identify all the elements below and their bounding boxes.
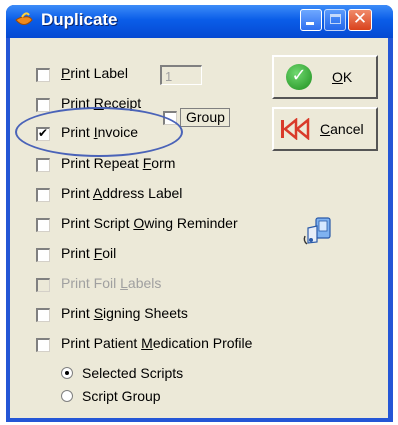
print-address-label-checkbox[interactable] (36, 188, 50, 202)
print-foil-label: Print Foil (61, 245, 117, 261)
print-patient-medication-profile-checkbox[interactable] (36, 338, 50, 352)
close-icon: ✕ (352, 9, 368, 29)
ok-button[interactable]: ✓ OK (272, 55, 378, 99)
close-button[interactable]: ✕ (348, 9, 372, 31)
group-label: Group (186, 109, 225, 125)
highlight-oval (15, 107, 183, 157)
ok-button-label: OK (332, 69, 353, 85)
print-script-owing-reminder-label: Print Script Owing Reminder (61, 215, 238, 231)
selected-scripts-label: Selected Scripts (82, 365, 184, 381)
rewind-icon (281, 118, 310, 140)
print-foil-labels-checkbox (36, 278, 50, 292)
print-label-checkbox[interactable] (36, 68, 50, 82)
maximize-icon (330, 14, 341, 24)
script-group-radio[interactable] (61, 390, 73, 402)
radio-dot (65, 371, 69, 375)
print-repeat-form-label: Print Repeat Form (61, 155, 176, 171)
minimize-icon (306, 22, 314, 25)
print-script-owing-reminder-checkbox[interactable] (36, 218, 50, 232)
cancel-button[interactable]: Cancel (272, 107, 378, 151)
app-flame-icon (15, 12, 33, 25)
print-signing-sheets-label: Print Signing Sheets (61, 305, 188, 321)
print-foil-checkbox[interactable] (36, 248, 50, 262)
selected-scripts-radio[interactable] (61, 367, 73, 379)
maximize-button[interactable] (324, 9, 346, 31)
minimize-button[interactable] (300, 9, 322, 31)
label-count-field[interactable]: 1 (160, 65, 202, 85)
print-address-label-label: Print Address Label (61, 185, 183, 201)
print-patient-medication-profile-label: Print Patient Medication Profile (61, 335, 253, 351)
print-label-label: Print Label (61, 65, 128, 81)
print-receipt-checkbox[interactable] (36, 98, 50, 112)
print-signing-sheets-checkbox[interactable] (36, 308, 50, 322)
cancel-button-label: Cancel (320, 121, 364, 137)
print-foil-labels-label: Print Foil Labels (61, 275, 162, 291)
scanner-icon[interactable] (302, 216, 336, 246)
print-repeat-form-checkbox[interactable] (36, 158, 50, 172)
checkmark-icon: ✓ (286, 64, 312, 90)
script-group-label: Script Group (82, 388, 161, 404)
window-title: Duplicate (41, 10, 118, 29)
